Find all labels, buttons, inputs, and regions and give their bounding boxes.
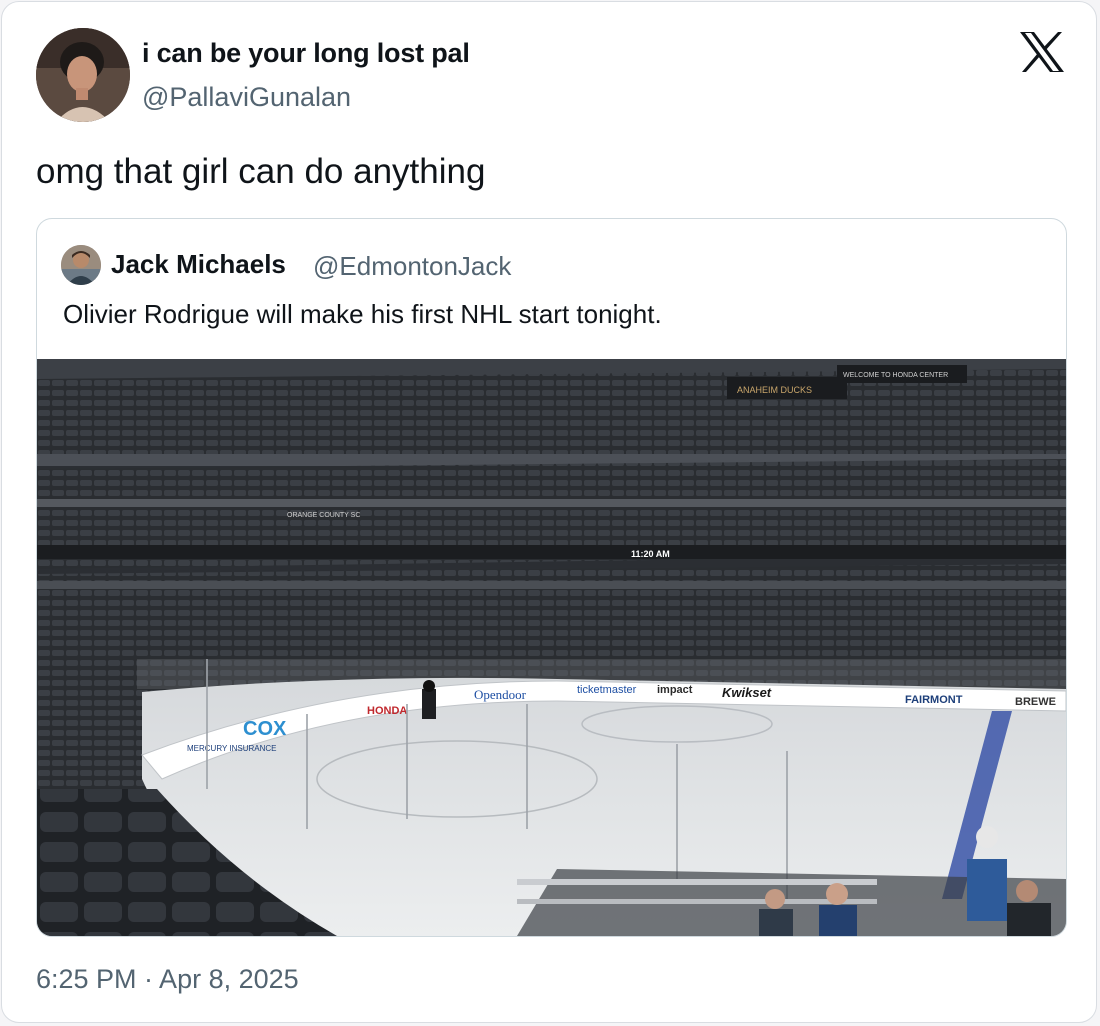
quoted-tweet[interactable]: Jack Michaels @EdmontonJack Olivier Rodr… — [36, 218, 1067, 937]
tweet-card: i can be your long lost pal @PallaviGuna… — [1, 1, 1097, 1023]
author-handle[interactable]: @PallaviGunalan — [142, 82, 351, 113]
impact-sign: impact — [657, 684, 693, 696]
brewe-sign: BREWE — [1015, 696, 1056, 708]
author-avatar[interactable] — [36, 28, 130, 122]
ribbon-clock: 11:20 AM — [631, 549, 670, 559]
arena-photo[interactable]: ANAHEIM DUCKS WELCOME TO HONDA CENTER OR… — [37, 359, 1066, 936]
tweet-timestamp[interactable]: 6:25 PM · Apr 8, 2025 — [36, 964, 299, 995]
fairmont-sign: FAIRMONT — [905, 694, 963, 706]
tweet-text: omg that girl can do anything — [36, 152, 486, 191]
opendoor-sign: Opendoor — [474, 687, 527, 702]
quoted-author-avatar[interactable] — [61, 245, 101, 285]
quoted-avatar-photo — [61, 245, 101, 285]
quoted-author-name[interactable]: Jack Michaels — [111, 249, 286, 280]
orange-county-sign: ORANGE COUNTY SC — [287, 512, 360, 519]
avatar-photo — [36, 28, 130, 122]
cox-sign: COX — [243, 718, 287, 740]
mercury-sign: MERCURY INSURANCE — [187, 744, 277, 753]
quoted-tweet-text: Olivier Rodrigue will make his first NHL… — [63, 299, 662, 329]
kwikset-sign: Kwikset — [722, 685, 772, 700]
ticketmaster-sign: ticketmaster — [577, 684, 637, 696]
quoted-author-handle[interactable]: @EdmontonJack — [313, 251, 511, 282]
author-name[interactable]: i can be your long lost pal — [142, 38, 470, 69]
honda-sign: HONDA — [367, 705, 407, 717]
x-logo-icon[interactable] — [1018, 30, 1066, 74]
anaheim-ducks-sign: ANAHEIM DUCKS — [737, 385, 812, 395]
welcome-sign: WELCOME TO HONDA CENTER — [843, 372, 948, 379]
